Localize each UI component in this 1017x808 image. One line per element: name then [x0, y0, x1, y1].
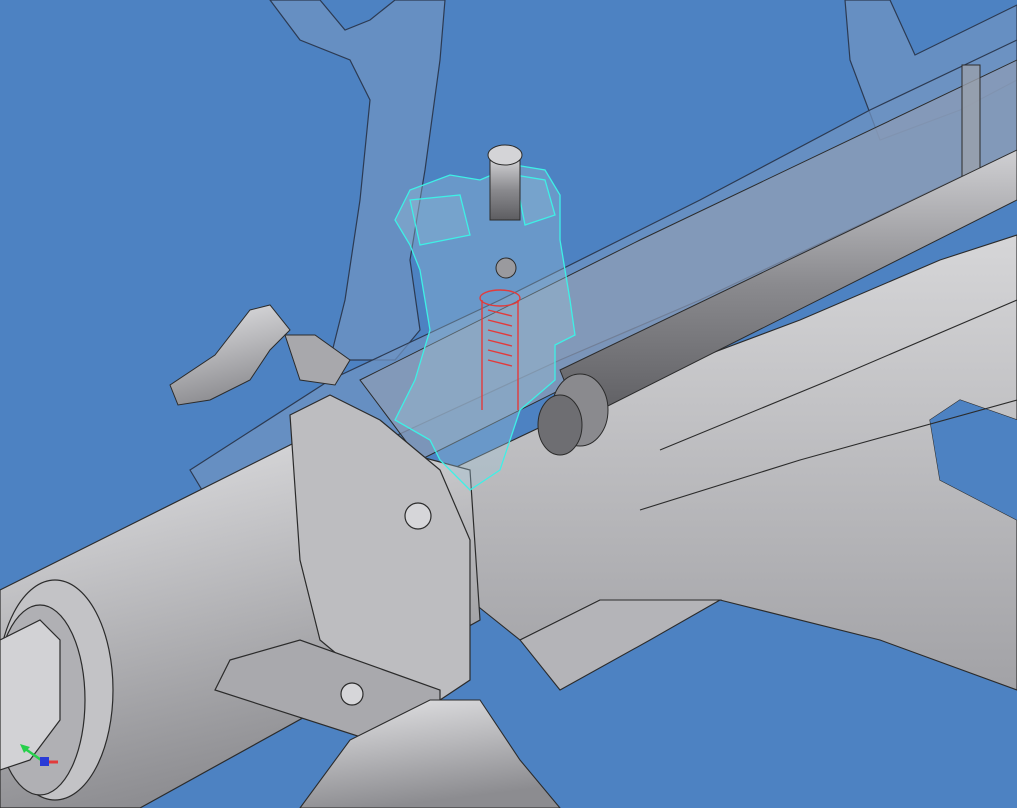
- triad-z-axis: [40, 757, 49, 766]
- cad-3d-viewport[interactable]: [0, 0, 1017, 808]
- screw-head-lower: [340, 682, 364, 706]
- screw-head-upper: [404, 502, 432, 530]
